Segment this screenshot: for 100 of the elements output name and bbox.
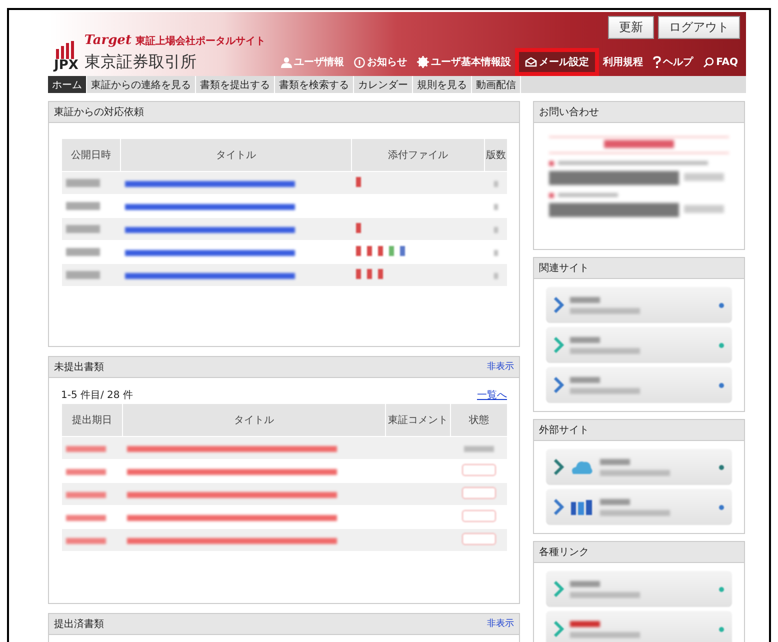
portal-title: 東証上場会社ポータルサイト: [135, 34, 266, 48]
file-icon[interactable]: [356, 176, 360, 186]
header-menu-item[interactable]: お知らせ: [352, 52, 410, 72]
blurred-text: [600, 458, 630, 464]
blurred-link[interactable]: [126, 492, 336, 498]
blurred-text: [570, 592, 640, 598]
column-header: 添付ファイル: [352, 139, 484, 172]
blurred-text: [570, 580, 600, 586]
blurred-text: [494, 250, 498, 256]
panel-title: お問い合わせ: [539, 106, 599, 119]
blurred-link[interactable]: [124, 204, 294, 210]
blurred-text: [66, 178, 100, 186]
column-header: 状態: [450, 404, 507, 436]
dot-icon: [719, 382, 724, 388]
blurred-text: [66, 202, 100, 210]
dot-icon: [719, 626, 724, 632]
status-badge: [462, 464, 496, 476]
panel-title: 関連サイト: [539, 262, 589, 275]
column-header: タイトル: [120, 139, 352, 172]
blurred-text: [494, 204, 498, 210]
blurred-text: [66, 446, 106, 452]
header-button[interactable]: 更新: [608, 16, 654, 39]
file-icon[interactable]: [400, 246, 404, 256]
search-icon: [703, 56, 714, 68]
blurred-text: [464, 446, 494, 452]
blurred-text: [66, 514, 106, 520]
hide-link[interactable]: 非表示: [487, 360, 514, 374]
blurred-text: [600, 510, 670, 516]
site-link-card[interactable]: [546, 611, 732, 642]
icj-logo-icon: [570, 498, 594, 516]
blurred-link[interactable]: [124, 272, 294, 278]
blurred-text: [66, 538, 106, 544]
item-count: 1-5 件目/ 28 件: [61, 389, 133, 402]
column-header: 公開日時: [62, 139, 120, 172]
blurred-link[interactable]: [124, 250, 294, 256]
status-badge: [462, 532, 496, 544]
panel-title: 東証からの対応依頼: [54, 106, 144, 119]
header-menu-item[interactable]: 利用規程: [601, 52, 646, 72]
blurred-link[interactable]: [126, 468, 336, 474]
blurred-text: [600, 470, 670, 476]
site-link-card[interactable]: [546, 327, 732, 363]
blurred-text: [570, 336, 600, 342]
list-link[interactable]: 一覧へ: [477, 388, 507, 402]
blurred-text: [66, 492, 106, 498]
blurred-text: [570, 308, 640, 314]
site-link-card[interactable]: [546, 489, 732, 525]
panel-title: 提出済書類: [54, 618, 104, 631]
header-button[interactable]: ログアウト: [658, 16, 740, 39]
file-icon[interactable]: [356, 246, 360, 256]
column-header: 版数: [484, 139, 507, 172]
header-menu-item[interactable]: FAQ: [701, 54, 740, 70]
site-link-card[interactable]: [546, 571, 732, 607]
nav-tab[interactable]: ホーム: [48, 76, 87, 93]
blurred-link[interactable]: [126, 446, 336, 452]
envelope-icon: [525, 57, 538, 67]
blurred-link[interactable]: [126, 514, 336, 520]
blurred-text: [570, 296, 600, 302]
blurred-link[interactable]: [124, 226, 294, 232]
dot-icon: [719, 586, 724, 592]
site-link-card[interactable]: [546, 449, 732, 485]
hide-link[interactable]: 非表示: [487, 617, 514, 631]
blurred-text: [66, 248, 100, 256]
dot-icon: [719, 342, 724, 348]
file-icon[interactable]: [366, 246, 372, 256]
person-icon: [281, 56, 292, 68]
dot-icon: [719, 464, 724, 470]
file-icon[interactable]: [366, 268, 372, 278]
dot-icon: [719, 302, 724, 308]
status-badge: [462, 510, 496, 522]
exchange-name: 東京証券取引所: [84, 52, 198, 73]
blurred-text: [570, 376, 600, 382]
panel-title: 各種リンク: [539, 546, 589, 559]
site-link-card[interactable]: [546, 287, 732, 323]
blurred-link[interactable]: [126, 538, 336, 544]
file-icon[interactable]: [378, 268, 382, 278]
header-menu-item[interactable]: ヘルプ: [651, 52, 696, 72]
blurred-link[interactable]: [124, 180, 294, 186]
blurred-text: [600, 498, 630, 504]
blurred-text: [494, 272, 498, 278]
panel-title: 外部サイト: [539, 424, 589, 437]
blurred-text: [494, 226, 498, 232]
blurred-text: [66, 270, 100, 278]
file-icon[interactable]: [378, 246, 382, 256]
file-icon[interactable]: [388, 246, 394, 256]
site-link-card[interactable]: [546, 367, 732, 403]
brand-name: Target: [84, 33, 132, 48]
file-icon[interactable]: [356, 222, 360, 232]
header-menu-item[interactable]: ユーザ基本情報設: [415, 52, 514, 72]
panel-title: 未提出書類: [54, 360, 104, 374]
logo-text: JPX: [54, 59, 78, 73]
settings-icon: [417, 56, 430, 68]
blurred-text: [66, 468, 106, 474]
column-header: タイトル: [122, 404, 386, 436]
blurred-text: [66, 224, 100, 232]
blurred-text: [570, 348, 640, 354]
help-icon: [653, 56, 662, 68]
file-icon[interactable]: [356, 268, 360, 278]
header-menu-item[interactable]: メール設定: [519, 52, 596, 72]
column-header: 東証コメント: [386, 404, 450, 436]
status-badge: [462, 486, 496, 498]
